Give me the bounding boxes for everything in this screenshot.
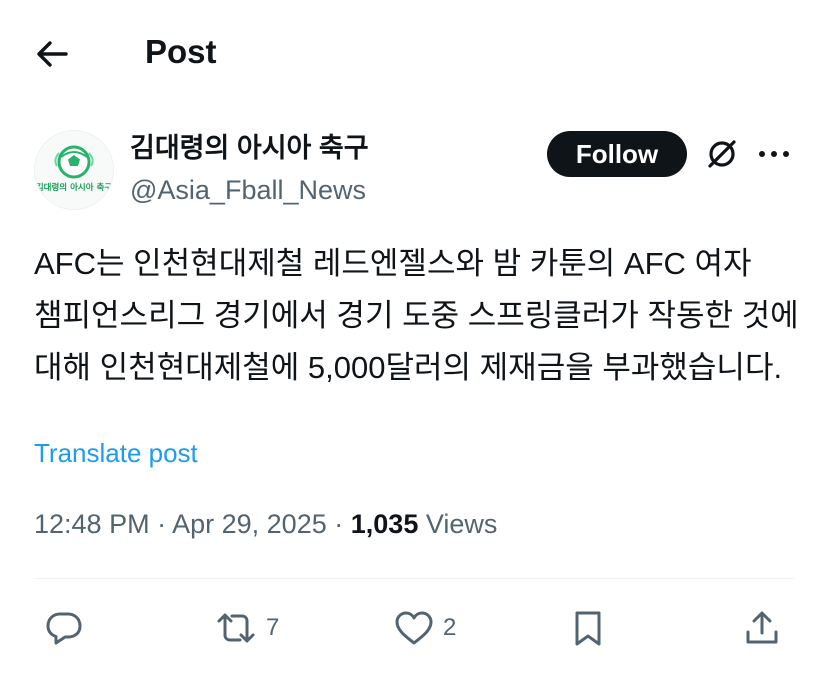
- grok-icon: [708, 140, 736, 168]
- author-display-name[interactable]: 김대령의 아시아 축구: [130, 130, 369, 166]
- repost-icon: [217, 613, 255, 643]
- views-label: Views: [425, 509, 498, 539]
- meta-separator-2: ·: [334, 509, 344, 539]
- share-button[interactable]: [742, 606, 782, 650]
- follow-button[interactable]: Follow: [547, 131, 687, 177]
- page-title: Post: [145, 33, 217, 70]
- reply-button[interactable]: [44, 606, 92, 650]
- share-icon: [746, 611, 778, 644]
- post-time[interactable]: 12:48 PM: [34, 509, 150, 539]
- more-options-button[interactable]: [754, 134, 794, 174]
- more-horizontal-icon: [759, 151, 789, 157]
- like-count: 2: [443, 614, 457, 641]
- grok-button[interactable]: [702, 134, 742, 174]
- like-button[interactable]: 2: [393, 606, 456, 650]
- divider: [34, 578, 794, 579]
- bookmark-icon: [575, 611, 601, 646]
- action-bar: 7 2: [0, 600, 828, 656]
- post-author: 김대령의 아시아 축구 김대령의 아시아 축구 @Asia_Fball_News…: [0, 120, 828, 220]
- meta-separator: ·: [157, 509, 167, 539]
- top-bar: Post: [0, 0, 828, 105]
- translate-post-link[interactable]: Translate post: [34, 436, 198, 470]
- post-text: AFC는 인천현대제철 레드엔젤스와 밤 카툰의 AFC 여자 챔피언스리그 경…: [34, 246, 799, 385]
- post-metadata: 12:48 PM · Apr 29, 2025 · 1,035 Views: [34, 505, 497, 543]
- arrow-left-icon: [37, 41, 68, 67]
- post-date[interactable]: Apr 29, 2025: [172, 509, 327, 539]
- reply-icon: [46, 612, 82, 645]
- soccer-ball-logo: 김대령의 아시아 축구: [36, 145, 112, 193]
- heart-icon: [395, 611, 433, 645]
- back-button[interactable]: [30, 34, 74, 74]
- repost-count: 7: [266, 614, 280, 641]
- views-count[interactable]: 1,035: [351, 509, 419, 539]
- author-handle[interactable]: @Asia_Fball_News: [130, 172, 366, 208]
- avatar-caption: 김대령의 아시아 축구: [36, 182, 112, 193]
- repost-button[interactable]: 7: [214, 606, 279, 650]
- avatar[interactable]: 김대령의 아시아 축구: [34, 130, 114, 210]
- bookmark-button[interactable]: [568, 606, 608, 650]
